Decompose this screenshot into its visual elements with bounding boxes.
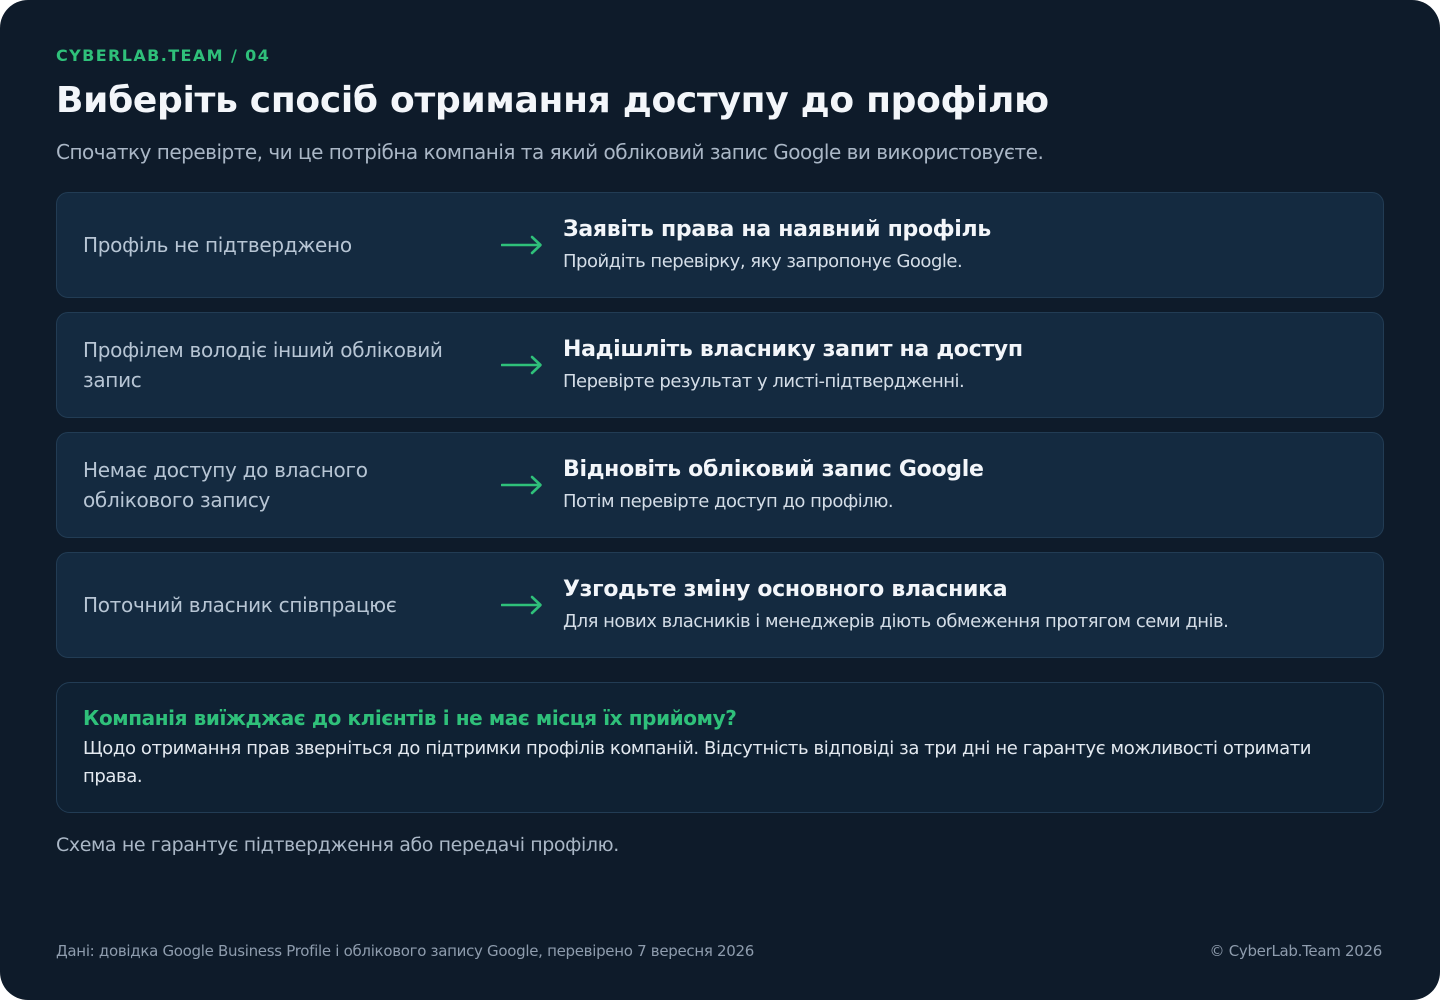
- situation-label: Немає доступу до власного облікового зап…: [83, 458, 368, 512]
- eyebrow-label: CYBERLAB.TEAM / 04: [56, 46, 271, 65]
- action-detail: Потім перевірте доступ до профілю.: [563, 491, 894, 512]
- arrow-right-icon: [501, 595, 542, 615]
- situation-label: Профіль не підтверджено: [83, 233, 352, 257]
- option-row-unverified: Профіль не підтверджено Заявіть права на…: [56, 192, 1384, 298]
- option-row-no-account-access: Немає доступу до власного облікового зап…: [56, 432, 1384, 538]
- disclaimer-text: Схема не гарантує підтвердження або пере…: [56, 834, 619, 856]
- footer-source: Дані: довідка Google Business Profile і …: [56, 942, 755, 960]
- arrow-right-icon: [501, 475, 542, 495]
- options-list: Профіль не підтверджено Заявіть права на…: [56, 192, 1384, 672]
- option-row-other-owner: Профілем володіє інший обліковий запис Н…: [56, 312, 1384, 418]
- action-block: Узгодьте зміну основного власника Для но…: [563, 575, 1363, 635]
- service-area-note: Компанія виїжджає до клієнтів і не має м…: [56, 682, 1384, 813]
- situation-label: Профілем володіє інший обліковий запис: [83, 338, 443, 392]
- arrow-right-icon: [501, 235, 542, 255]
- infographic-card: CYBERLAB.TEAM / 04 Виберіть спосіб отрим…: [0, 0, 1440, 1000]
- action-block: Заявіть права на наявний профіль Пройдіт…: [563, 215, 1363, 275]
- action-title: Узгодьте зміну основного власника: [563, 577, 1008, 602]
- action-detail: Перевірте результат у листі-підтвердженн…: [563, 371, 965, 392]
- action-block: Надішліть власнику запит на доступ Перев…: [563, 335, 1363, 395]
- action-detail: Для нових власників і менеджерів діють о…: [563, 611, 1229, 632]
- action-title: Відновіть обліковий запис Google: [563, 457, 984, 482]
- arrow-right-icon: [501, 355, 542, 375]
- note-title: Компанія виїжджає до клієнтів і не має м…: [83, 706, 737, 730]
- action-block: Відновіть обліковий запис Google Потім п…: [563, 455, 1363, 515]
- page-title: Виберіть спосіб отримання доступу до про…: [56, 80, 1049, 121]
- footer-copyright: © CyberLab.Team 2026: [1209, 942, 1383, 960]
- situation-label: Поточний власник співпрацює: [83, 593, 397, 617]
- action-title: Заявіть права на наявний профіль: [563, 217, 991, 242]
- option-row-owner-cooperates: Поточний власник співпрацює Узгодьте змі…: [56, 552, 1384, 658]
- note-text: Щодо отримання прав зверніться до підтри…: [83, 738, 1312, 787]
- action-title: Надішліть власнику запит на доступ: [563, 337, 1023, 362]
- action-detail: Пройдіть перевірку, яку запропонує Googl…: [563, 251, 963, 272]
- page-subtitle: Спочатку перевірте, чи це потрібна компа…: [56, 140, 1044, 164]
